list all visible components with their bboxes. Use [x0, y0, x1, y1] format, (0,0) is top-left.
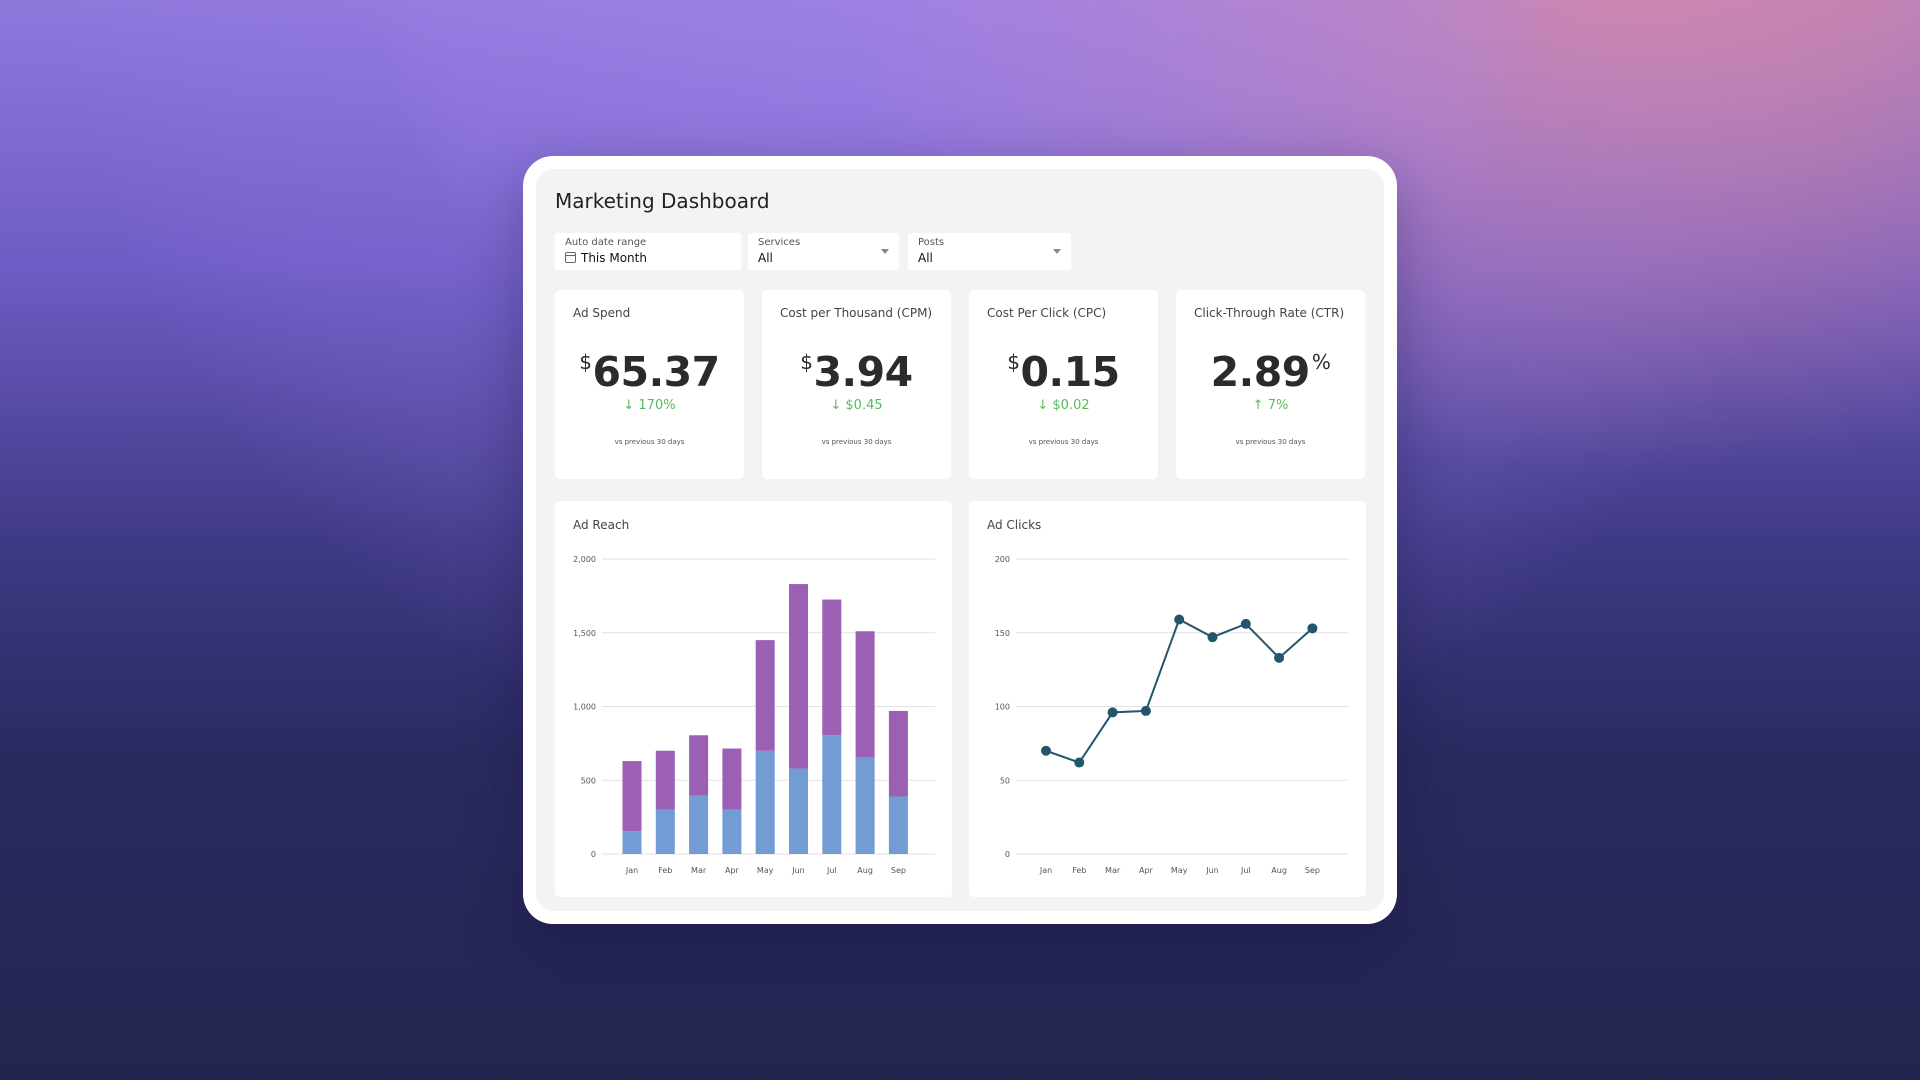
x-tick-label: Apr	[1139, 866, 1154, 875]
bar-segment	[689, 795, 709, 854]
kpi-delta: ↓ 170%	[623, 398, 676, 413]
bar-segment	[789, 584, 808, 769]
bar-segment	[722, 809, 742, 854]
page-title: Marketing Dashboard	[555, 189, 770, 213]
x-tick-label: Apr	[725, 866, 740, 875]
kpi-value: 2.89%	[1210, 348, 1331, 396]
bar-segment	[888, 710, 908, 797]
kpi-card-ad-spend: Ad Spend $65.37 ↓ 170% vs previous 30 da…	[555, 290, 744, 479]
x-tick-label: Mar	[691, 866, 707, 875]
data-point	[1107, 707, 1118, 718]
x-tick-label: May	[757, 866, 774, 875]
kpi-card-cpm: Cost per Thousand (CPM) $3.94 ↓ $0.45 vs…	[762, 290, 951, 479]
services-filter[interactable]: Services All	[748, 233, 899, 270]
bar-segment	[755, 750, 775, 854]
x-tick-label: Jan	[1039, 866, 1052, 875]
x-tick-label: Jul	[1240, 866, 1251, 875]
chevron-down-icon	[1053, 249, 1061, 254]
series-line	[1045, 618, 1314, 764]
date-range-value: This Month	[581, 251, 647, 265]
y-tick-label: 0	[1005, 850, 1010, 859]
data-point	[1074, 757, 1085, 768]
bar-segment	[622, 761, 642, 832]
kpi-comparison: vs previous 30 days	[821, 438, 892, 446]
ad-reach-panel: Ad Reach 0 500 1,000 1,500 2,000 Jan Feb Mar Apr…	[555, 501, 952, 897]
kpi-comparison: vs previous 30 days	[1235, 438, 1306, 446]
ad-clicks-panel: Ad Clicks 0 50 100 150 200 Jan Feb Mar Apr May Jun…	[969, 501, 1366, 897]
x-tick-label: Jun	[1205, 866, 1219, 875]
data-point	[1140, 705, 1151, 716]
y-tick-label: 50	[1000, 776, 1010, 785]
bar-segment	[855, 757, 875, 854]
bar-segment	[789, 768, 808, 854]
data-point	[1307, 623, 1318, 634]
tablet-frame: Marketing Dashboard Auto date range This…	[523, 156, 1397, 924]
ad-clicks-chart: 0 50 100 150 200 Jan Feb Mar Apr May Jun Jul Aug Sep	[995, 555, 1349, 875]
ad-reach-chart: 0 500 1,000 1,500 2,000 Jan Feb Mar Apr May Jun Jul…	[573, 555, 935, 875]
data-point	[1207, 632, 1218, 643]
kpi-label: Cost per Thousand (CPM)	[780, 306, 933, 320]
data-point	[1240, 618, 1251, 629]
kpi-delta: ↓ $0.45	[830, 398, 883, 413]
y-tick-label: 2,000	[573, 555, 596, 564]
kpi-comparison: vs previous 30 days	[1028, 438, 1099, 446]
bar-segment	[855, 631, 875, 758]
x-tick-label: Feb	[658, 866, 672, 875]
bar-segment	[822, 599, 842, 736]
services-label: Services	[758, 237, 801, 248]
kpi-delta: ↑ 7%	[1252, 398, 1289, 413]
x-tick-label: Mar	[1105, 866, 1121, 875]
x-tick-label: Aug	[857, 866, 873, 875]
x-tick-label: Sep	[1305, 866, 1320, 875]
y-tick-label: 150	[995, 629, 1010, 638]
posts-label: Posts	[918, 237, 945, 248]
x-tick-label: May	[1171, 866, 1188, 875]
kpi-card-ctr: Click-Through Rate (CTR) 2.89% ↑ 7% vs p…	[1176, 290, 1365, 479]
y-tick-label: 200	[995, 555, 1010, 564]
x-tick-label: Jun	[791, 866, 805, 875]
kpi-label: Ad Spend	[573, 306, 631, 320]
bar-segment	[722, 748, 742, 810]
date-range-label: Auto date range	[565, 237, 647, 248]
x-tick-label: Feb	[1072, 866, 1086, 875]
bar-segment	[622, 831, 642, 854]
posts-filter[interactable]: Posts All	[908, 233, 1071, 270]
kpi-label: Click-Through Rate (CTR)	[1194, 306, 1345, 320]
data-point	[1174, 614, 1185, 625]
bar-segment	[822, 735, 842, 854]
y-tick-label: 500	[581, 776, 596, 785]
y-tick-label: 100	[995, 703, 1010, 712]
kpi-card-cpc: Cost Per Click (CPC) $0.15 ↓ $0.02 vs pr…	[969, 290, 1158, 479]
chevron-down-icon	[881, 249, 889, 254]
kpi-value: $0.15	[1007, 348, 1120, 396]
data-point	[1041, 745, 1051, 756]
calendar-icon	[565, 252, 576, 263]
kpi-value: $3.94	[800, 348, 913, 396]
services-value: All	[758, 251, 773, 265]
x-tick-label: Sep	[891, 866, 906, 875]
kpi-comparison: vs previous 30 days	[614, 438, 685, 446]
kpi-value: $65.37	[579, 348, 720, 396]
kpi-label: Cost Per Click (CPC)	[987, 306, 1107, 320]
bar-segment	[755, 640, 775, 751]
y-tick-label: 0	[591, 850, 596, 859]
bar-segment	[655, 750, 675, 810]
posts-value: All	[918, 251, 933, 265]
bar-segment	[888, 796, 908, 854]
y-tick-label: 1,000	[573, 703, 596, 712]
x-tick-label: Jan	[625, 866, 638, 875]
y-tick-label: 1,500	[573, 629, 596, 638]
bar-segment	[655, 809, 675, 854]
x-tick-label: Aug	[1271, 866, 1287, 875]
kpi-delta: ↓ $0.02	[1037, 398, 1090, 413]
dashboard-screen: Marketing Dashboard Auto date range This…	[536, 169, 1384, 911]
bar-segment	[689, 735, 709, 796]
x-tick-label: Jul	[826, 866, 837, 875]
data-point	[1274, 652, 1285, 663]
date-range-filter[interactable]: Auto date range This Month	[555, 233, 741, 270]
